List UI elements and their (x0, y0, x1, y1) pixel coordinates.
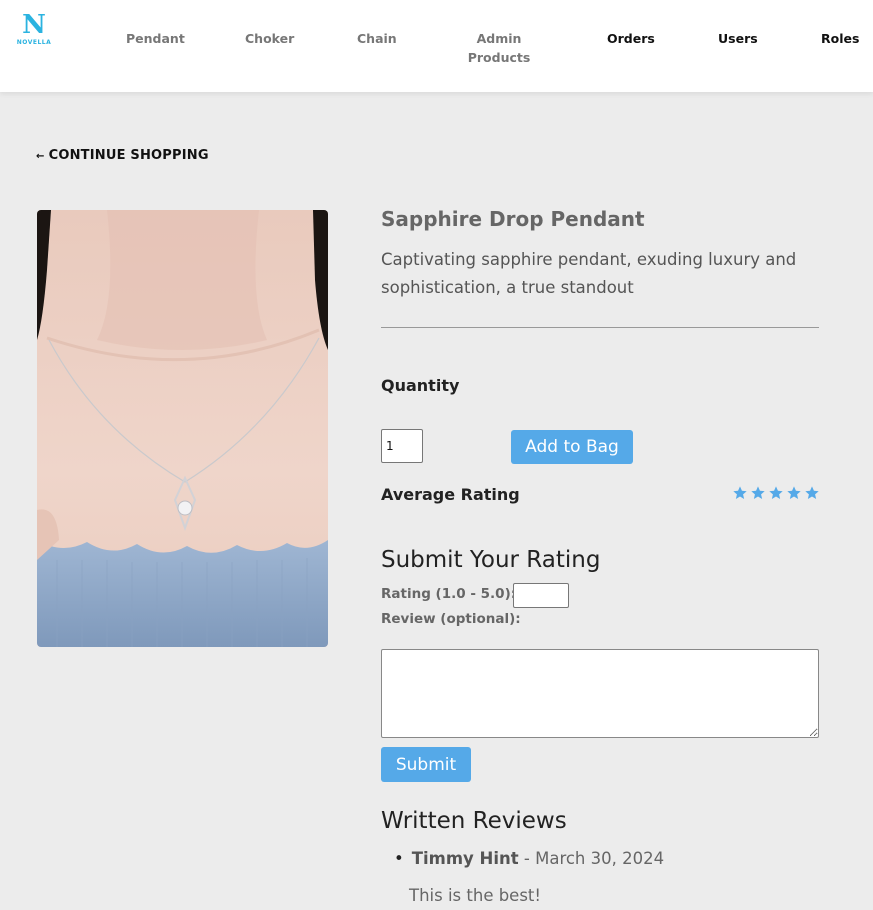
necklace-photo-icon (37, 210, 328, 647)
nav-admin-products[interactable]: Admin Products (466, 29, 532, 67)
quantity-input[interactable] (381, 429, 423, 463)
divider (381, 327, 819, 328)
arrow-left-icon: ← (36, 151, 45, 162)
rating-label: Rating (1.0 - 5.0): (381, 586, 517, 602)
review-separator: - (518, 849, 536, 868)
nav-chain[interactable]: Chain (357, 29, 397, 48)
logo-wordmark: NOVELLA (16, 39, 52, 46)
nav-orders[interactable]: Orders (607, 29, 655, 48)
star-icon (751, 486, 765, 499)
review-date: March 30, 2024 (535, 849, 665, 868)
average-rating-label: Average Rating (381, 485, 520, 504)
bullet-icon: • (394, 849, 404, 868)
star-icon (805, 486, 819, 499)
site-header: N NOVELLA Pendant Choker Chain Admin Pro… (0, 0, 873, 92)
review-label: Review (optional): (381, 611, 521, 627)
continue-shopping-link[interactable]: ← CONTINUE SHOPPING (36, 148, 209, 163)
nav-choker[interactable]: Choker (245, 29, 294, 48)
review-list-item: • Timmy Hint - March 30, 2024 (394, 849, 664, 868)
add-to-bag-button[interactable]: Add to Bag (511, 430, 633, 464)
star-icon (733, 486, 747, 499)
nav-roles[interactable]: Roles (821, 29, 859, 48)
star-icon (769, 486, 783, 499)
nav-users[interactable]: Users (718, 29, 758, 48)
star-icon (787, 486, 801, 499)
continue-shopping-label: CONTINUE SHOPPING (48, 148, 209, 163)
product-description: Captivating sapphire pendant, exuding lu… (381, 250, 797, 297)
quantity-label: Quantity (381, 376, 460, 395)
review-author: Timmy Hint (411, 849, 519, 868)
written-reviews-heading: Written Reviews (381, 808, 567, 834)
rating-input[interactable] (513, 583, 569, 608)
nav-pendant[interactable]: Pendant (126, 29, 185, 48)
submit-rating-heading: Submit Your Rating (381, 547, 601, 573)
product-title: Sapphire Drop Pendant (381, 207, 645, 231)
average-rating-stars (732, 485, 820, 501)
review-text: This is the best! (409, 886, 542, 905)
submit-rating-button[interactable]: Submit (381, 747, 471, 782)
review-textarea[interactable] (381, 649, 819, 738)
product-image (37, 210, 328, 647)
logo-mark: N (22, 10, 46, 40)
brand-logo[interactable]: N NOVELLA (14, 12, 54, 48)
